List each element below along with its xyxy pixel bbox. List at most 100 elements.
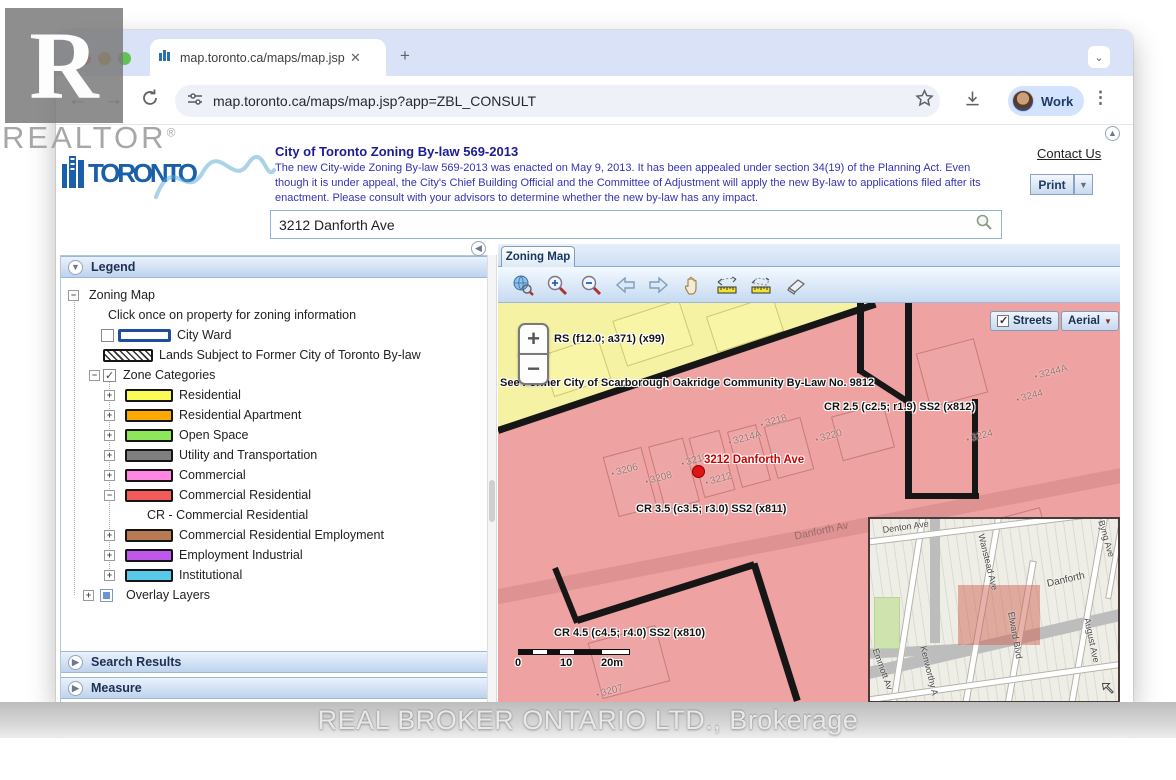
expand-node-icon[interactable] [104,530,115,541]
city-ward-checkbox[interactable] [101,329,114,342]
search-icon[interactable] [975,213,993,236]
inset-park [874,597,900,649]
tree-item-zone[interactable]: Residential Apartment [61,405,481,425]
zone-boundary [751,562,801,701]
avatar [1012,90,1034,112]
tree-label: Zoning Map [89,288,155,302]
zone-swatch [125,569,173,582]
full-extent-icon[interactable] [510,272,535,297]
tree-item-zone[interactable]: Commercial Residential [61,485,481,505]
tab-zoning-map[interactable]: Zoning Map [501,246,575,267]
measure-area-icon[interactable] [748,272,773,297]
expand-node-icon[interactable] [104,570,115,581]
tree-item-city-ward[interactable]: City Ward [61,325,481,345]
tab-title: map.toronto.ca/maps/map.jsp [180,51,350,65]
map-panel: Zoning Map [498,244,1120,703]
contact-us-link[interactable]: Contact Us [1037,146,1101,161]
streets-checkbox[interactable] [997,315,1009,327]
tree-item-zoning-map[interactable]: Zoning Map [61,285,481,305]
measure-expand-icon[interactable]: ▶ [68,681,83,696]
tree-item-lands-subject[interactable]: Lands Subject to Former City of Toronto … [61,345,481,365]
tree-item-zone-categories[interactable]: Zone Categories [61,365,481,385]
zoom-in-icon[interactable] [544,272,569,297]
measure-panel-header[interactable]: ▶ Measure [61,677,487,699]
expand-node-icon[interactable] [104,550,115,561]
search-input[interactable] [271,217,975,233]
tree-label: Residential Apartment [179,408,301,422]
overlay-layers-checkbox[interactable] [100,589,113,602]
expand-node-icon[interactable] [83,590,94,601]
expand-node-icon[interactable] [104,410,115,421]
sidebar: ▼ Legend Zoning Map Click once on proper… [60,255,488,703]
tree-item-zone[interactable]: Utility and Transportation [61,445,481,465]
overview-inset-map[interactable]: Denton Ave Wanstead Ave Byng Ave Danfort… [868,517,1120,703]
bookmark-star-icon[interactable] [914,88,935,109]
tab-search-chevron-icon[interactable]: ⌄ [1088,46,1110,68]
tree-label: Open Space [179,428,249,442]
sidebar-scrollbar[interactable] [487,255,497,703]
browser-toolbar: ← → map.toronto.ca/maps/map.jsp?app=ZBL_… [56,76,1133,125]
collapse-node-icon[interactable] [104,490,115,501]
tree-label: Commercial [179,468,246,482]
url-bar[interactable]: map.toronto.ca/maps/map.jsp?app=ZBL_CONS… [175,85,940,117]
tree-item-overlay-layers[interactable]: Overlay Layers [61,585,481,605]
tree-item-zone[interactable]: Institutional [61,565,481,585]
streets-label: Streets [1013,315,1052,327]
zone-boundary [905,493,979,499]
map-zoom-out-button[interactable]: − [518,353,549,385]
map-canvas[interactable]: RS (f12.0; a371) (x99) See Former City o… [498,303,1120,703]
collapse-node-icon[interactable] [68,290,79,301]
map-tab-strip: Zoning Map [498,244,1120,267]
search-results-expand-icon[interactable]: ▶ [68,655,83,670]
tree-item-zone[interactable]: Residential [61,385,481,405]
expand-node-icon[interactable] [104,470,115,481]
inset-resize-icon[interactable] [1100,681,1116,702]
zoom-out-icon[interactable] [578,272,603,297]
tree-item-zone[interactable]: Commercial [61,465,481,485]
scrollbar-thumb[interactable] [489,480,495,522]
tree-item-cr-child[interactable]: CR - Commercial Residential [61,505,481,525]
tree-item-zone[interactable]: Commercial Residential Employment [61,525,481,545]
tree-label: Zone Categories [123,368,215,382]
collapse-header-icon[interactable]: ▲ [1105,126,1120,141]
map-zoom-in-button[interactable]: + [518,323,549,355]
previous-extent-icon[interactable] [612,272,637,297]
download-icon[interactable] [962,88,983,109]
profile-chip[interactable]: Work [1008,86,1084,116]
menu-dots-icon[interactable]: ⋮ [1092,88,1109,108]
collapse-node-icon[interactable] [89,370,100,381]
search-results-panel-header[interactable]: ▶ Search Results [61,651,487,673]
legend-panel-header[interactable]: ▼ Legend [61,256,487,278]
expand-node-icon[interactable] [104,390,115,401]
tree-item-zone[interactable]: Open Space [61,425,481,445]
zone-categories-checkbox[interactable] [103,369,116,382]
registered-symbol: ® [167,126,179,140]
expand-node-icon[interactable] [104,430,115,441]
screenshot-root: map.toronto.ca/maps/map.jsp ✕ + ⌄ ← → ma… [0,0,1176,780]
zone-swatch [125,449,173,462]
zone-swatch [125,409,173,422]
property-marker-label: 3212 Danforth Ave [704,454,804,466]
pan-hand-icon[interactable] [680,272,705,297]
zone-swatch [125,489,173,502]
browser-tab[interactable]: map.toronto.ca/maps/map.jsp ✕ [150,39,386,76]
measure-distance-icon[interactable] [714,272,739,297]
page-title: City of Toronto Zoning By-law 569-2013 [275,144,991,159]
reload-icon[interactable] [140,88,160,108]
site-info-icon[interactable] [187,91,203,112]
streets-toggle[interactable]: Streets [990,311,1059,331]
tree-item-zone[interactable]: Employment Industrial [61,545,481,565]
aerial-dropdown[interactable]: Aerial ▼ [1061,311,1119,331]
expand-node-icon[interactable] [104,450,115,461]
eraser-icon[interactable] [782,272,807,297]
print-dropdown-icon[interactable]: ▼ [1074,174,1093,195]
zone-label-cr45: CR 4.5 (c4.5; r4.0) SS2 (x810) [554,627,705,639]
new-tab-button[interactable]: + [400,46,410,66]
legend-collapse-icon[interactable]: ▼ [68,260,83,275]
print-button[interactable]: Print [1030,174,1074,195]
collapse-sidebar-icon[interactable]: ◀ [471,241,486,256]
property-marker[interactable] [692,465,705,478]
tab-close-icon[interactable]: ✕ [350,50,361,66]
zone-label-cr25: CR 2.5 (c2.5; r1.9) SS2 (x812) [824,401,975,413]
next-extent-icon[interactable] [646,272,671,297]
